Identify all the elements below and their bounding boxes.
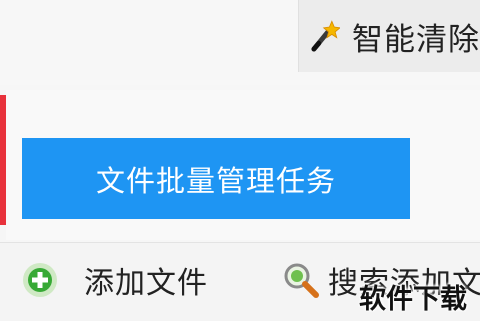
batch-file-management-button[interactable]: 文件批量管理任务: [22, 138, 410, 219]
accent-edge: [0, 95, 6, 225]
plus-circle-icon: [23, 263, 57, 297]
smart-clean-label: 智能清除: [352, 21, 480, 58]
add-file-button[interactable]: 添加文件: [22, 258, 208, 302]
watermark-text: 软件下载: [359, 283, 467, 315]
search-icon: [284, 263, 319, 298]
magic-wand-icon: [311, 20, 340, 52]
batch-file-management-label: 文件批量管理任务: [95, 163, 336, 198]
smart-clean-button[interactable]: 智能清除: [298, 0, 480, 72]
add-file-label: 添加文件: [84, 266, 208, 301]
